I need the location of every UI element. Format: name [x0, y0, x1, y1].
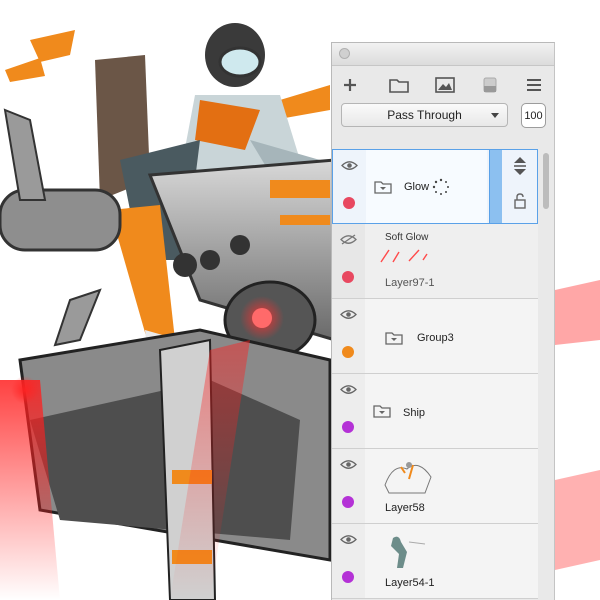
layer-row-layer54-1[interactable]: Layer54-1	[332, 524, 538, 599]
layer-controls	[332, 374, 365, 448]
layer-row-group3[interactable]: Group3	[332, 299, 538, 374]
folder-icon	[373, 405, 391, 418]
layer-list: Glow Soft Glow Layer97-1 Group3 Ship Lay…	[332, 149, 554, 600]
eye-icon[interactable]	[340, 534, 357, 545]
menu-icon[interactable]	[522, 74, 546, 96]
layer-body: Soft Glow Layer97-1	[365, 224, 538, 298]
layer-controls	[332, 224, 365, 298]
layer-thumbnail	[384, 462, 432, 494]
layer-side-controls	[503, 150, 537, 223]
layers-panel: Pass Through 100 Glow Soft Glow Layer97-…	[331, 42, 555, 600]
layer-row-glow[interactable]: Glow	[332, 149, 538, 224]
opacity-value: 100	[524, 109, 543, 122]
folder-icon	[385, 332, 403, 345]
layer-body: Layer58	[365, 449, 538, 523]
color-tag-orange[interactable]	[342, 346, 354, 358]
layer-scrollbar[interactable]	[540, 153, 552, 593]
plus-icon[interactable]	[338, 74, 362, 96]
layer-thumbnail	[380, 249, 428, 263]
blend-controls: Pass Through 100	[341, 103, 546, 129]
eye-icon[interactable]	[340, 459, 357, 470]
color-tag-red[interactable]	[342, 271, 354, 283]
layer-body: Group3	[365, 299, 538, 373]
eye-icon[interactable]	[340, 384, 357, 395]
layer-label: Soft Glow	[385, 232, 429, 243]
layer-body: Glow	[366, 150, 487, 223]
spinner-icon	[432, 178, 449, 195]
layer-name: Group3	[417, 332, 454, 344]
layer-body: Ship	[365, 374, 538, 448]
chevron-down-icon	[491, 113, 499, 118]
layer-name: Ship	[403, 407, 426, 419]
layer-name: Layer58	[385, 502, 425, 514]
layer-name: Layer97-1	[385, 277, 435, 289]
eye-icon[interactable]	[340, 309, 357, 320]
layer-body: Layer54-1	[365, 524, 538, 598]
panel-titlebar	[332, 43, 554, 66]
layer-name: Layer54-1	[385, 577, 435, 589]
color-tag-red[interactable]	[343, 197, 355, 209]
folder-icon	[374, 181, 392, 194]
layer-controls	[332, 449, 365, 523]
close-icon[interactable]	[339, 48, 350, 59]
layer-thumbnail	[391, 536, 426, 568]
opacity-field[interactable]: 100	[521, 103, 546, 128]
color-tag-purple[interactable]	[342, 421, 354, 433]
color-tag-purple[interactable]	[342, 496, 354, 508]
image-icon[interactable]	[433, 74, 457, 96]
lock-icon[interactable]	[513, 192, 527, 210]
selection-strip	[489, 150, 502, 223]
color-tag-purple[interactable]	[342, 571, 354, 583]
folder-icon[interactable]	[387, 74, 411, 96]
scroll-thumb[interactable]	[543, 153, 549, 209]
layer-controls	[332, 299, 365, 373]
reorder-icon[interactable]	[513, 156, 527, 176]
blend-mode-select[interactable]: Pass Through	[341, 103, 508, 127]
layer-row-ship[interactable]: Ship	[332, 374, 538, 449]
layer-controls	[332, 524, 365, 598]
layer-name: Glow	[404, 181, 430, 193]
layer-row-soft-glow[interactable]: Soft Glow Layer97-1	[332, 224, 538, 299]
layer-row-layer58[interactable]: Layer58	[332, 449, 538, 524]
mask-icon[interactable]	[478, 74, 502, 96]
layers-toolbar	[332, 66, 554, 102]
eye-hidden-icon[interactable]	[340, 234, 357, 245]
blend-mode-label: Pass Through	[387, 108, 462, 122]
layer-controls	[333, 150, 366, 223]
eye-icon[interactable]	[341, 160, 358, 171]
